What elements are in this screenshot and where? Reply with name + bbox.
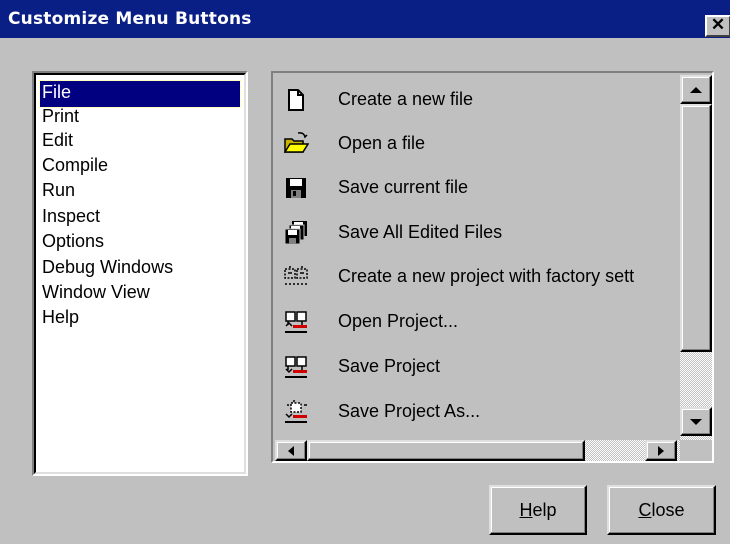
save-project-as-icon: [283, 399, 309, 425]
arrow-up-icon: [690, 86, 702, 93]
list-item[interactable]: Save Project As...: [275, 391, 680, 433]
horizontal-scroll-thumb[interactable]: [307, 440, 585, 461]
scroll-left-button[interactable]: [275, 440, 307, 461]
menu-buttons-viewport: Create a new file Open a file Save curre…: [275, 75, 680, 440]
list-item[interactable]: Open a file: [275, 123, 680, 165]
button-label: Create a new file: [338, 89, 474, 109]
close-icon: ✕: [710, 15, 726, 34]
category-item-compile[interactable]: Compile: [40, 154, 110, 180]
scroll-down-button[interactable]: [680, 407, 712, 436]
list-item[interactable]: Save All Edited Files: [275, 212, 680, 254]
category-item-options[interactable]: Options: [40, 230, 106, 256]
scrollbar-corner: [680, 440, 712, 461]
close-button[interactable]: Close: [607, 485, 716, 535]
new-project-icon: [283, 264, 309, 290]
category-item-help[interactable]: Help: [40, 306, 81, 332]
close-window-button[interactable]: ✕: [705, 15, 730, 37]
vertical-scrollbar[interactable]: [680, 75, 712, 440]
button-label: Save current file: [338, 177, 469, 197]
title-bar: Customize Menu Buttons ✕: [0, 0, 730, 38]
floppy-disk-icon: [283, 175, 309, 201]
open-project-icon: [283, 309, 309, 335]
list-item[interactable]: Save Project: [275, 346, 680, 388]
list-item[interactable]: Create a new project with factory sett: [275, 256, 680, 298]
button-label: Open a file: [338, 133, 426, 153]
arrow-down-icon: [690, 418, 702, 425]
button-label: Save Project As...: [338, 401, 481, 421]
scroll-right-button[interactable]: [645, 440, 677, 461]
list-item[interactable]: Create a new file: [275, 79, 680, 121]
list-item[interactable]: Open Project...: [275, 301, 680, 343]
arrow-right-icon: [658, 445, 664, 456]
category-item-run[interactable]: Run: [40, 179, 77, 205]
category-item-edit[interactable]: Edit: [40, 129, 75, 155]
category-item-inspect[interactable]: Inspect: [40, 205, 102, 231]
button-label: Save All Edited Files: [338, 222, 503, 242]
menu-buttons-list[interactable]: Create a new file Open a file Save curre…: [271, 71, 714, 463]
close-button-label: Close: [638, 499, 685, 520]
category-item-window-view[interactable]: Window View: [40, 281, 152, 307]
category-item-file[interactable]: File: [39, 80, 241, 108]
vertical-scroll-thumb[interactable]: [680, 104, 712, 352]
horizontal-scrollbar[interactable]: [275, 440, 680, 461]
category-item-print[interactable]: Print: [40, 105, 81, 131]
help-button-label: Help: [519, 499, 557, 520]
save-project-icon: [283, 354, 309, 380]
button-label: Save Project: [338, 356, 441, 376]
new-file-icon: [283, 87, 309, 113]
list-item[interactable]: Save current file: [275, 167, 680, 209]
arrow-left-icon: [288, 445, 294, 456]
open-folder-icon: [283, 131, 310, 157]
save-all-icon: [283, 220, 309, 246]
button-label: Open Project...: [338, 311, 459, 331]
help-button[interactable]: Help: [489, 485, 587, 535]
scroll-up-button[interactable]: [680, 75, 712, 104]
window-title: Customize Menu Buttons: [8, 9, 252, 29]
category-item-debug-windows[interactable]: Debug Windows: [40, 256, 175, 282]
menu-category-list[interactable]: File Print Edit Compile Run Inspect Opti…: [32, 71, 248, 476]
button-label: Create a new project with factory sett: [338, 266, 635, 286]
